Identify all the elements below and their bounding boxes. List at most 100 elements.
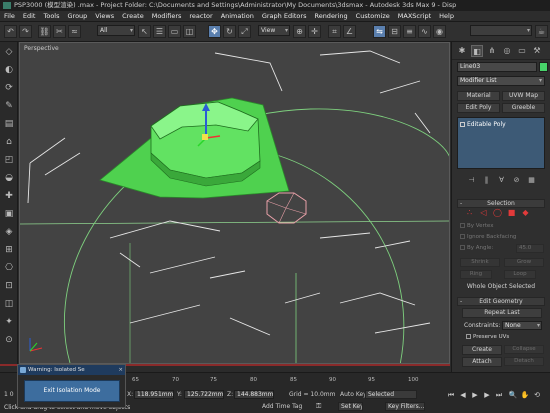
make-unique-icon[interactable]: ∀ xyxy=(495,175,508,186)
manipulate-icon[interactable]: ✛ xyxy=(308,25,321,38)
add-time-tag[interactable]: Add Time Tag xyxy=(262,403,302,410)
display-tab-icon[interactable]: ▭ xyxy=(516,45,528,57)
curve-editor-icon[interactable]: ∿ xyxy=(418,25,431,38)
edit-poly-button[interactable]: Edit Poly xyxy=(457,103,500,113)
selection-filter-dropdown[interactable]: All xyxy=(97,25,135,36)
exit-isolation-button[interactable]: Exit Isolation Mode xyxy=(24,380,120,402)
vertex-mode-icon[interactable]: ∴ xyxy=(464,208,475,218)
edit-geometry-rollout-title[interactable]: - Edit Geometry xyxy=(457,297,545,306)
menu-modifiers[interactable]: Modifiers xyxy=(148,11,186,21)
go-to-start-icon[interactable]: ⏮ xyxy=(446,390,456,400)
tool-13-icon[interactable]: ⎔ xyxy=(3,262,15,274)
play-icon[interactable]: ▶ xyxy=(470,390,480,400)
by-angle-checkbox[interactable]: By Angle: xyxy=(460,245,493,251)
z-coordinate-field[interactable]: 144.883mm xyxy=(234,390,274,399)
ignore-backfacing-checkbox[interactable]: Ignore Backfacing xyxy=(460,234,516,240)
tool-9-icon[interactable]: ✚ xyxy=(3,190,15,202)
shrink-button[interactable]: Shrink xyxy=(460,258,500,267)
tool-4-icon[interactable]: ✎ xyxy=(3,100,15,112)
greeble-button[interactable]: Greeble xyxy=(502,103,545,113)
menu-rendering[interactable]: Rendering xyxy=(310,11,351,21)
ring-button[interactable]: Ring xyxy=(460,270,492,279)
menu-customize[interactable]: Customize xyxy=(352,11,394,21)
align-icon[interactable]: ⊟ xyxy=(388,25,401,38)
constraints-dropdown[interactable]: None xyxy=(502,321,542,330)
tool-6-icon[interactable]: ⌂ xyxy=(3,136,15,148)
menu-reactor[interactable]: reactor xyxy=(185,11,216,21)
angle-snap-icon[interactable]: ∠ xyxy=(343,25,356,38)
timeline-ruler[interactable]: 65 70 75 80 85 90 95 100 xyxy=(127,377,427,385)
tool-11-icon[interactable]: ◈ xyxy=(3,226,15,238)
set-key-button[interactable]: Set Key xyxy=(338,402,363,411)
undo-icon[interactable]: ↶ xyxy=(4,25,17,38)
loop-button[interactable]: Loop xyxy=(504,270,536,279)
previous-frame-icon[interactable]: ◀ xyxy=(458,390,468,400)
menu-animation[interactable]: Animation xyxy=(217,11,258,21)
layer-manager-icon[interactable]: ≡ xyxy=(403,25,416,38)
pan-icon[interactable]: ✋ xyxy=(520,390,530,400)
menu-file[interactable]: File xyxy=(0,11,19,21)
material-button[interactable]: Material xyxy=(457,91,500,101)
tool-2-icon[interactable]: ◐ xyxy=(3,64,15,76)
rectangular-selection-icon[interactable]: ▭ xyxy=(168,25,181,38)
create-tab-icon[interactable]: ✱ xyxy=(456,45,468,57)
remove-modifier-icon[interactable]: ⊘ xyxy=(510,175,523,186)
polygon-mode-icon[interactable]: ■ xyxy=(506,208,517,218)
tool-14-icon[interactable]: ⊡ xyxy=(3,280,15,292)
menu-edit[interactable]: Edit xyxy=(19,11,40,21)
collapse-button[interactable]: Collapse xyxy=(504,345,544,354)
viewport-label[interactable]: Perspective xyxy=(24,45,59,52)
menu-help[interactable]: Help xyxy=(435,11,458,21)
pin-stack-icon[interactable]: ⊣ xyxy=(465,175,478,186)
auto-key-mode-dropdown[interactable]: Selected xyxy=(365,390,417,399)
select-by-name-icon[interactable]: ☰ xyxy=(153,25,166,38)
utilities-tab-icon[interactable]: ⚒ xyxy=(531,45,543,57)
create-button[interactable]: Create xyxy=(462,345,502,355)
tool-10-icon[interactable]: ▣ xyxy=(3,208,15,220)
modifier-list-dropdown[interactable]: Modifier List xyxy=(457,76,545,86)
menu-create[interactable]: Create xyxy=(118,11,148,21)
select-rotate-icon[interactable]: ↻ xyxy=(223,25,236,38)
redo-icon[interactable]: ↷ xyxy=(19,25,32,38)
menu-group[interactable]: Group xyxy=(64,11,92,21)
tool-5-icon[interactable]: ▤ xyxy=(3,118,15,130)
render-icon[interactable]: ☕ xyxy=(535,25,548,38)
tool-16-icon[interactable]: ✦ xyxy=(3,316,15,328)
close-icon[interactable]: × xyxy=(118,365,123,375)
x-coordinate-field[interactable]: 118.951mm xyxy=(134,390,174,399)
key-icon[interactable]: ⚿ xyxy=(316,402,321,411)
repeat-last-button[interactable]: Repeat Last xyxy=(462,308,542,318)
zoom-icon[interactable]: 🔍 xyxy=(508,390,518,400)
element-mode-icon[interactable]: ◆ xyxy=(520,208,531,218)
link-icon[interactable]: ⛓ xyxy=(38,25,51,38)
scene-canvas[interactable] xyxy=(20,43,450,364)
configure-sets-icon[interactable]: ▦ xyxy=(525,175,538,186)
reference-coordinate-dropdown[interactable]: View xyxy=(258,25,290,36)
show-end-result-icon[interactable]: ‖ xyxy=(480,175,493,186)
menu-tools[interactable]: Tools xyxy=(39,11,63,21)
modifier-stack[interactable]: Editable Poly xyxy=(457,117,545,169)
angle-spinner[interactable]: 45.0 xyxy=(516,244,544,253)
select-object-icon[interactable]: ↖ xyxy=(138,25,151,38)
menu-graph-editors[interactable]: Graph Editors xyxy=(258,11,311,21)
edge-mode-icon[interactable]: ◁ xyxy=(478,208,489,218)
uvw-map-button[interactable]: UVW Map xyxy=(502,91,545,101)
window-crossing-icon[interactable]: ◫ xyxy=(183,25,196,38)
menu-views[interactable]: Views xyxy=(91,11,118,21)
selection-rollout-title[interactable]: - Selection xyxy=(457,199,545,208)
key-filters-button[interactable]: Key Filters... xyxy=(385,402,425,411)
border-mode-icon[interactable]: ◯ xyxy=(492,208,503,218)
object-name-field[interactable]: Line03 xyxy=(457,62,537,72)
go-to-end-icon[interactable]: ⏭ xyxy=(494,390,504,400)
unlink-icon[interactable]: ✂ xyxy=(53,25,66,38)
tool-1-icon[interactable]: ◇ xyxy=(3,46,15,58)
tool-15-icon[interactable]: ◫ xyxy=(3,298,15,310)
detach-button[interactable]: Detach xyxy=(504,357,544,366)
tool-17-icon[interactable]: ⊙ xyxy=(3,334,15,346)
orbit-icon[interactable]: ⟲ xyxy=(532,390,542,400)
modify-tab-icon[interactable]: ◧ xyxy=(471,45,483,57)
hierarchy-tab-icon[interactable]: ⋔ xyxy=(486,45,498,57)
named-selection-dropdown[interactable] xyxy=(470,25,532,36)
menu-maxscript[interactable]: MAXScript xyxy=(394,11,435,21)
by-vertex-checkbox[interactable]: By Vertex xyxy=(460,223,493,229)
